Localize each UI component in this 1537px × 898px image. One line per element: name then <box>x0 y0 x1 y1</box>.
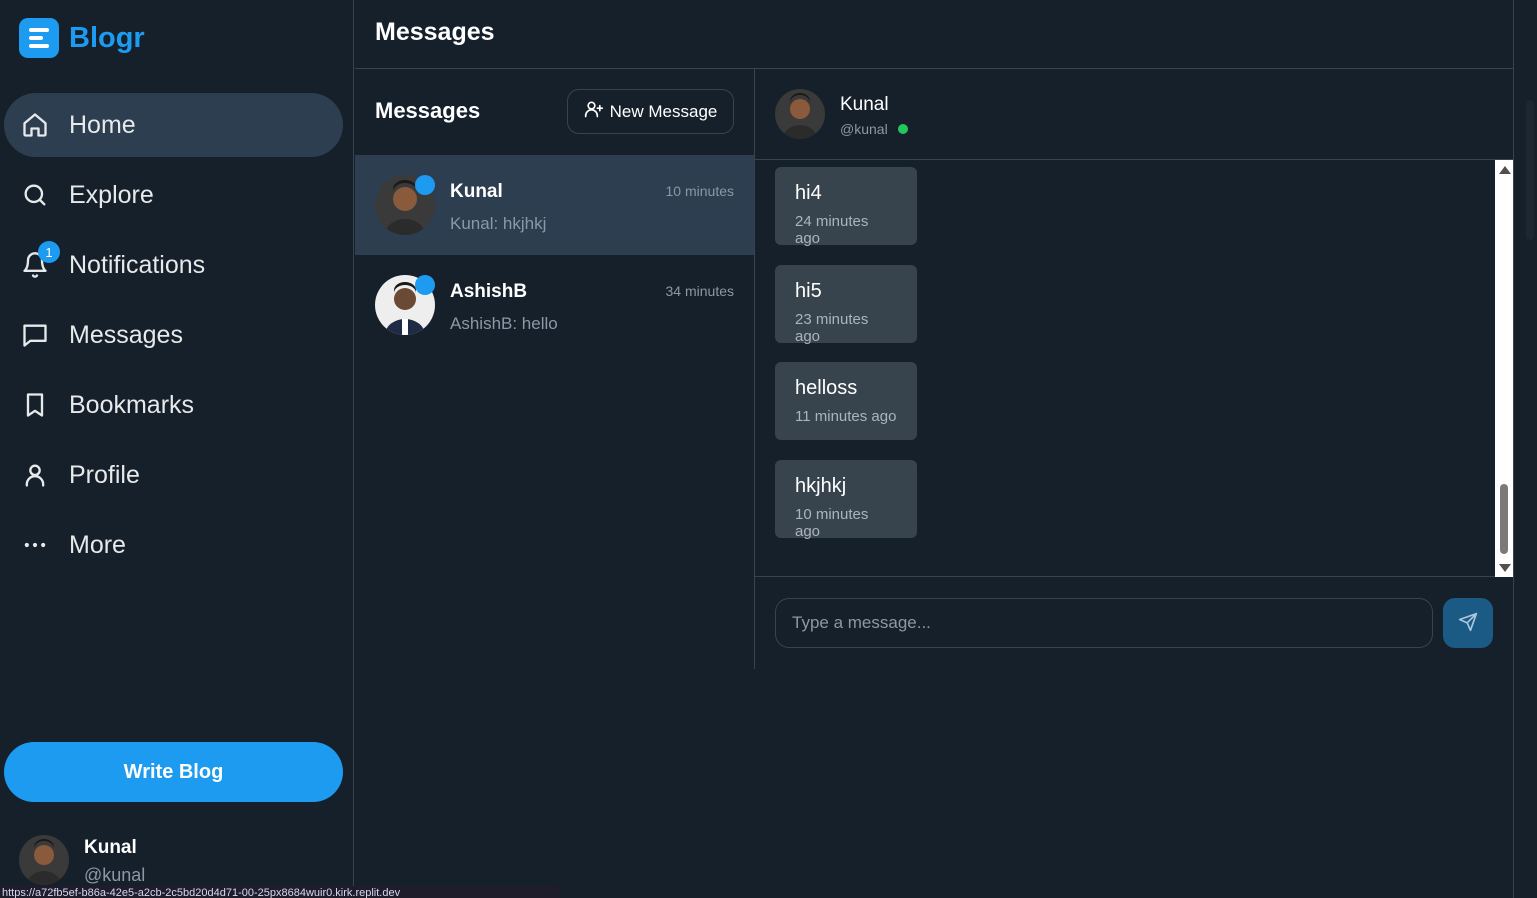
message-time: 11 minutes ago <box>795 408 897 425</box>
conversation-list-panel: Messages New Message Kunal 10 minutes Ku… <box>355 69 755 669</box>
user-plus-icon <box>584 99 604 124</box>
current-user-handle: @kunal <box>84 865 146 885</box>
write-blog-button[interactable]: Write Blog <box>4 742 343 802</box>
message-time: 10 minutes ago <box>795 506 869 540</box>
logo[interactable]: Blogr <box>19 18 145 58</box>
conversation-name: AshishB <box>450 281 528 302</box>
conversation-time: 10 minutes <box>665 183 734 199</box>
message-text: hi4 <box>795 182 822 204</box>
nav-item-profile[interactable]: Profile <box>4 443 343 507</box>
conversation-time: 34 minutes <box>665 283 734 299</box>
avatar[interactable] <box>775 89 825 139</box>
nav-label-home: Home <box>69 110 136 139</box>
message-time: 24 minutes ago <box>795 213 869 247</box>
conversation-item[interactable]: Kunal 10 minutes Kunal: hkjhkj <box>355 155 754 255</box>
more-icon <box>19 529 51 561</box>
message-bubble: hi5 23 minutes ago <box>775 265 917 345</box>
current-user-info: Kunal @kunal <box>84 835 145 889</box>
message-text: hkjhkj <box>795 475 847 497</box>
conversation-list-header: Messages New Message <box>355 69 754 155</box>
nav-item-explore[interactable]: Explore <box>4 163 343 227</box>
chat-user-handle-row: @kunal <box>840 121 908 137</box>
nav-label-notifications: Notifications <box>69 250 206 279</box>
nav-label-bookmarks: Bookmarks <box>69 390 195 419</box>
avatar <box>19 835 69 885</box>
chat-user-name: Kunal <box>840 94 889 115</box>
browser-status-url: https://a72fb5ef-b86a-42e5-a2cb-2c5bd20d… <box>0 886 559 898</box>
scroll-down-arrow-icon[interactable] <box>1499 564 1511 572</box>
scroll-thumb[interactable] <box>1500 484 1508 554</box>
nav-label-profile: Profile <box>69 460 140 489</box>
message-time: 23 minutes ago <box>795 311 869 345</box>
page-scroll-thumb[interactable] <box>1526 100 1534 240</box>
logo-icon <box>19 18 59 58</box>
online-status-dot <box>897 124 908 134</box>
chat-user-handle: @kunal <box>840 121 888 137</box>
conversation-list-title: Messages <box>375 98 481 123</box>
app-root: Blogr Home Explore 1 Notifications Messa… <box>0 0 1537 898</box>
nav-label-more: More <box>69 530 126 559</box>
conversation-preview: Kunal: hkjhkj <box>450 214 547 233</box>
home-icon <box>19 109 51 141</box>
nav-label-messages: Messages <box>69 320 183 349</box>
message-composer <box>755 577 1513 669</box>
search-icon <box>19 179 51 211</box>
online-indicator <box>415 175 435 195</box>
sidebar: Blogr Home Explore 1 Notifications Messa… <box>0 0 354 898</box>
message-input[interactable] <box>775 598 1433 648</box>
main-nav: Home Explore 1 Notifications Messages Bo… <box>4 93 343 583</box>
message-bubble: hi4 24 minutes ago <box>775 167 917 247</box>
message-text: helloss <box>795 377 858 399</box>
nav-label-explore: Explore <box>69 180 154 209</box>
nav-item-more[interactable]: More <box>4 513 343 577</box>
user-icon <box>19 459 51 491</box>
notification-badge: 1 <box>38 241 60 263</box>
scroll-up-arrow-icon[interactable] <box>1499 166 1511 174</box>
message-bubble: helloss 11 minutes ago <box>775 362 917 440</box>
message-icon <box>19 319 51 351</box>
new-message-label: New Message <box>609 101 718 121</box>
online-indicator <box>415 275 435 295</box>
message-list: hi4 24 minutes ago hi5 23 minutes ago he… <box>755 160 1513 577</box>
nav-item-messages[interactable]: Messages <box>4 303 343 367</box>
page-title: Messages <box>375 18 495 46</box>
bookmark-icon <box>19 389 51 421</box>
send-button[interactable] <box>1443 598 1493 648</box>
message-scrollbar[interactable] <box>1495 160 1513 577</box>
chat-header: Kunal @kunal <box>755 69 1513 160</box>
logo-text: Blogr <box>69 21 145 54</box>
nav-item-notifications[interactable]: 1 Notifications <box>4 233 343 297</box>
page-header: Messages <box>355 0 1513 69</box>
message-bubble: hkjhkj 10 minutes ago <box>775 460 917 540</box>
nav-item-home[interactable]: Home <box>4 93 343 157</box>
conversation-preview: AshishB: hello <box>450 314 558 333</box>
nav-item-bookmarks[interactable]: Bookmarks <box>4 373 343 437</box>
current-user-name: Kunal <box>84 837 137 858</box>
message-text: hi5 <box>795 280 822 302</box>
send-icon <box>1458 612 1478 635</box>
chat-panel: Kunal @kunal hi4 24 minutes ago hi5 23 m… <box>755 69 1513 669</box>
current-user[interactable]: Kunal @kunal <box>19 835 145 889</box>
conversation-item[interactable]: AshishB 34 minutes AshishB: hello <box>355 255 754 355</box>
conversation-name: Kunal <box>450 181 503 202</box>
new-message-button[interactable]: New Message <box>567 89 734 134</box>
